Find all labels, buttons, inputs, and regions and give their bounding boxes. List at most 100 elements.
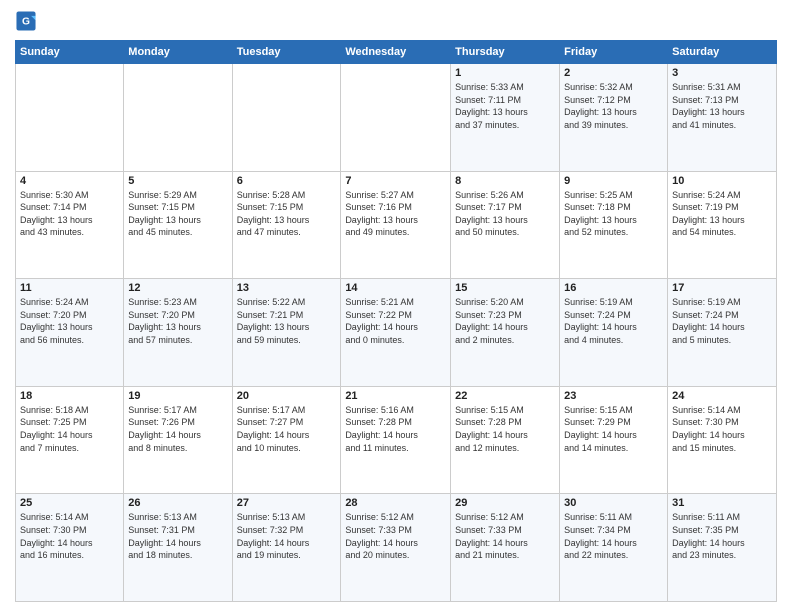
day-cell: 2 Sunrise: 5:32 AMSunset: 7:12 PMDaylight… bbox=[560, 64, 668, 172]
week-row-1: 1Sunrise: 5:33 AMSunset: 7:11 PMDaylight… bbox=[16, 64, 777, 172]
day-info: Sunrise: 5:12 AMSunset: 7:33 PMDaylight:… bbox=[455, 511, 555, 561]
svg-text:G: G bbox=[22, 17, 30, 28]
day-info: Sunrise: 5:20 AMSunset: 7:23 PMDaylight:… bbox=[455, 296, 555, 346]
day-info: Sunrise: 5:28 AMSunset: 7:15 PMDaylight:… bbox=[237, 189, 337, 239]
day-cell: 27 Sunrise: 5:13 AMSunset: 7:32 PMDayligh… bbox=[232, 494, 341, 602]
day-info: Sunrise: 5:31 AMSunset: 7:13 PMDaylight:… bbox=[672, 81, 772, 131]
week-row-4: 18 Sunrise: 5:18 AMSunset: 7:25 PMDayligh… bbox=[16, 386, 777, 494]
day-number: 7 bbox=[345, 175, 446, 187]
day-cell: 18 Sunrise: 5:18 AMSunset: 7:25 PMDayligh… bbox=[16, 386, 124, 494]
day-cell: 24Sunrise: 5:14 AMSunset: 7:30 PMDayligh… bbox=[668, 386, 777, 494]
day-number: 27 bbox=[237, 497, 337, 509]
logo-icon: G bbox=[15, 10, 37, 32]
col-header-monday: Monday bbox=[124, 41, 232, 64]
col-header-wednesday: Wednesday bbox=[341, 41, 451, 64]
day-info: Sunrise: 5:21 AMSunset: 7:22 PMDaylight:… bbox=[345, 296, 446, 346]
calendar-table: SundayMondayTuesdayWednesdayThursdayFrid… bbox=[15, 40, 777, 602]
day-cell: 10 Sunrise: 5:24 AMSunset: 7:19 PMDayligh… bbox=[668, 171, 777, 279]
day-info: Sunrise: 5:25 AMSunset: 7:18 PMDaylight:… bbox=[564, 189, 663, 239]
day-cell: 9 Sunrise: 5:25 AMSunset: 7:18 PMDaylight… bbox=[560, 171, 668, 279]
day-cell bbox=[16, 64, 124, 172]
header: G bbox=[15, 10, 777, 32]
day-info: Sunrise: 5:23 AMSunset: 7:20 PMDaylight:… bbox=[128, 296, 227, 346]
day-number: 29 bbox=[455, 497, 555, 509]
day-cell: 23Sunrise: 5:15 AMSunset: 7:29 PMDayligh… bbox=[560, 386, 668, 494]
week-row-3: 11 Sunrise: 5:24 AMSunset: 7:20 PMDayligh… bbox=[16, 279, 777, 387]
day-cell: 25Sunrise: 5:14 AMSunset: 7:30 PMDayligh… bbox=[16, 494, 124, 602]
day-info: Sunrise: 5:11 AMSunset: 7:35 PMDaylight:… bbox=[672, 511, 772, 561]
day-info: Sunrise: 5:27 AMSunset: 7:16 PMDaylight:… bbox=[345, 189, 446, 239]
col-header-thursday: Thursday bbox=[451, 41, 560, 64]
day-cell: 30 Sunrise: 5:11 AMSunset: 7:34 PMDayligh… bbox=[560, 494, 668, 602]
day-info: Sunrise: 5:11 AMSunset: 7:34 PMDaylight:… bbox=[564, 511, 663, 561]
day-info: Sunrise: 5:19 AMSunset: 7:24 PMDaylight:… bbox=[564, 296, 663, 346]
day-number: 30 bbox=[564, 497, 663, 509]
day-info: Sunrise: 5:19 AMSunset: 7:24 PMDaylight:… bbox=[672, 296, 772, 346]
col-header-tuesday: Tuesday bbox=[232, 41, 341, 64]
day-cell: 1Sunrise: 5:33 AMSunset: 7:11 PMDaylight… bbox=[451, 64, 560, 172]
day-cell: 16 Sunrise: 5:19 AMSunset: 7:24 PMDayligh… bbox=[560, 279, 668, 387]
day-cell: 29 Sunrise: 5:12 AMSunset: 7:33 PMDayligh… bbox=[451, 494, 560, 602]
day-info: Sunrise: 5:17 AMSunset: 7:27 PMDaylight:… bbox=[237, 404, 337, 454]
day-number: 17 bbox=[672, 282, 772, 294]
logo: G bbox=[15, 10, 41, 32]
day-number: 9 bbox=[564, 175, 663, 187]
day-number: 1 bbox=[455, 67, 555, 79]
day-cell: 26 Sunrise: 5:13 AMSunset: 7:31 PMDayligh… bbox=[124, 494, 232, 602]
day-cell: 5Sunrise: 5:29 AMSunset: 7:15 PMDaylight… bbox=[124, 171, 232, 279]
day-number: 18 bbox=[20, 390, 119, 402]
day-number: 11 bbox=[20, 282, 119, 294]
day-cell: 14 Sunrise: 5:21 AMSunset: 7:22 PMDayligh… bbox=[341, 279, 451, 387]
day-number: 2 bbox=[564, 67, 663, 79]
day-info: Sunrise: 5:14 AMSunset: 7:30 PMDaylight:… bbox=[672, 404, 772, 454]
day-cell bbox=[124, 64, 232, 172]
day-cell: 20 Sunrise: 5:17 AMSunset: 7:27 PMDayligh… bbox=[232, 386, 341, 494]
day-number: 6 bbox=[237, 175, 337, 187]
day-info: Sunrise: 5:13 AMSunset: 7:32 PMDaylight:… bbox=[237, 511, 337, 561]
day-cell: 7 Sunrise: 5:27 AMSunset: 7:16 PMDaylight… bbox=[341, 171, 451, 279]
day-cell: 22 Sunrise: 5:15 AMSunset: 7:28 PMDayligh… bbox=[451, 386, 560, 494]
day-number: 22 bbox=[455, 390, 555, 402]
day-cell bbox=[232, 64, 341, 172]
day-number: 31 bbox=[672, 497, 772, 509]
day-number: 10 bbox=[672, 175, 772, 187]
day-cell: 11 Sunrise: 5:24 AMSunset: 7:20 PMDayligh… bbox=[16, 279, 124, 387]
day-info: Sunrise: 5:32 AMSunset: 7:12 PMDaylight:… bbox=[564, 81, 663, 131]
day-number: 3 bbox=[672, 67, 772, 79]
day-number: 8 bbox=[455, 175, 555, 187]
day-info: Sunrise: 5:18 AMSunset: 7:25 PMDaylight:… bbox=[20, 404, 119, 454]
page: G SundayMondayTuesdayWednesdayThursdayFr… bbox=[0, 0, 792, 612]
day-cell: 4 Sunrise: 5:30 AMSunset: 7:14 PMDaylight… bbox=[16, 171, 124, 279]
header-row: SundayMondayTuesdayWednesdayThursdayFrid… bbox=[16, 41, 777, 64]
day-info: Sunrise: 5:12 AMSunset: 7:33 PMDaylight:… bbox=[345, 511, 446, 561]
day-cell: 28 Sunrise: 5:12 AMSunset: 7:33 PMDayligh… bbox=[341, 494, 451, 602]
day-info: Sunrise: 5:29 AMSunset: 7:15 PMDaylight:… bbox=[128, 189, 227, 239]
day-info: Sunrise: 5:26 AMSunset: 7:17 PMDaylight:… bbox=[455, 189, 555, 239]
week-row-2: 4 Sunrise: 5:30 AMSunset: 7:14 PMDaylight… bbox=[16, 171, 777, 279]
day-cell: 13Sunrise: 5:22 AMSunset: 7:21 PMDayligh… bbox=[232, 279, 341, 387]
day-number: 16 bbox=[564, 282, 663, 294]
day-info: Sunrise: 5:24 AMSunset: 7:20 PMDaylight:… bbox=[20, 296, 119, 346]
day-info: Sunrise: 5:16 AMSunset: 7:28 PMDaylight:… bbox=[345, 404, 446, 454]
day-cell: 3 Sunrise: 5:31 AMSunset: 7:13 PMDaylight… bbox=[668, 64, 777, 172]
day-cell: 12 Sunrise: 5:23 AMSunset: 7:20 PMDayligh… bbox=[124, 279, 232, 387]
col-header-friday: Friday bbox=[560, 41, 668, 64]
day-number: 26 bbox=[128, 497, 227, 509]
day-info: Sunrise: 5:15 AMSunset: 7:28 PMDaylight:… bbox=[455, 404, 555, 454]
day-number: 25 bbox=[20, 497, 119, 509]
day-cell: 21Sunrise: 5:16 AMSunset: 7:28 PMDayligh… bbox=[341, 386, 451, 494]
day-info: Sunrise: 5:13 AMSunset: 7:31 PMDaylight:… bbox=[128, 511, 227, 561]
day-info: Sunrise: 5:30 AMSunset: 7:14 PMDaylight:… bbox=[20, 189, 119, 239]
day-info: Sunrise: 5:24 AMSunset: 7:19 PMDaylight:… bbox=[672, 189, 772, 239]
day-number: 12 bbox=[128, 282, 227, 294]
col-header-saturday: Saturday bbox=[668, 41, 777, 64]
day-number: 15 bbox=[455, 282, 555, 294]
day-number: 20 bbox=[237, 390, 337, 402]
day-number: 4 bbox=[20, 175, 119, 187]
day-number: 28 bbox=[345, 497, 446, 509]
week-row-5: 25Sunrise: 5:14 AMSunset: 7:30 PMDayligh… bbox=[16, 494, 777, 602]
day-number: 14 bbox=[345, 282, 446, 294]
day-number: 13 bbox=[237, 282, 337, 294]
day-cell: 31 Sunrise: 5:11 AMSunset: 7:35 PMDayligh… bbox=[668, 494, 777, 602]
day-info: Sunrise: 5:15 AMSunset: 7:29 PMDaylight:… bbox=[564, 404, 663, 454]
